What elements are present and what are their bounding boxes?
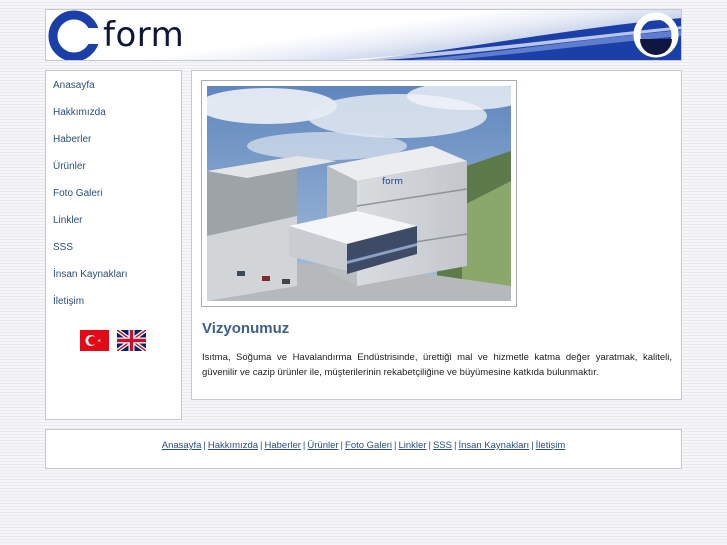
footer-link-sss[interactable]: SSS [433,440,452,451]
sidebar-item-foto-galeri[interactable]: Foto Galeri [53,188,102,199]
logo-text[interactable]: form [103,14,184,56]
corner-logo-icon [633,12,679,58]
footer-link-hakkimizda[interactable]: Hakkımızda [208,440,258,451]
footer-separator: | [428,440,431,451]
footer-separator: | [453,440,457,451]
footer-link-anasayfa[interactable]: Anasayfa [162,440,202,451]
footer-nav: Anasayfa | Hakkımızda | Haberler | Ürünler | Fot… [45,429,682,469]
footer-separator: | [531,440,534,451]
vision-paragraph: Isıtma, Soğuma ve Havalandırma Endüstris… [202,352,672,378]
sidebar-item-iletisim[interactable]: İletişim [53,296,84,307]
sidebar-item-insan-kaynaklari[interactable]: İnsan Kaynakları [53,269,128,280]
sidebar-item-sss[interactable]: SSS [53,242,73,253]
turkish-flag-icon[interactable] [80,330,109,351]
factory-building-image: form [207,86,511,301]
uk-flag-icon[interactable] [117,330,146,351]
page-title: Vizyonumuz [202,320,290,337]
footer-link-urunler[interactable]: Ürünler [307,440,338,451]
sidebar-item-urunler[interactable]: Ürünler [53,161,86,172]
factory-photo-frame: form [201,80,517,307]
main-content: form Vizyonumuz Isıtma, Soğuma ve Havala… [191,70,682,400]
sidebar-item-anasayfa[interactable]: Anasayfa [53,80,95,91]
footer-separator: | [394,440,397,451]
footer-separator: | [260,440,263,451]
footer-link-foto-galeri[interactable]: Foto Galeri [345,440,392,451]
sidebar-item-haberler[interactable]: Haberler [53,134,91,145]
footer-separator: | [302,440,306,451]
building-sign: form [382,177,403,187]
sidebar-item-linkler[interactable]: Linkler [53,215,82,226]
site-header: form [45,9,682,61]
sidebar-item-hakkimizda[interactable]: Hakkımızda [53,107,106,118]
footer-link-insan-kaynaklari[interactable]: İnsan Kaynakları [458,440,529,451]
footer-link-iletisim[interactable]: İletişim [536,440,566,451]
cform-logo-icon [48,10,100,60]
footer-link-linkler[interactable]: Linkler [398,440,426,451]
footer-link-haberler[interactable]: Haberler [264,440,300,451]
footer-separator: | [340,440,344,451]
sidebar-nav: Anasayfa Hakkımızda Haberler Ürünler Fot… [45,70,182,420]
footer-separator: | [203,440,206,451]
